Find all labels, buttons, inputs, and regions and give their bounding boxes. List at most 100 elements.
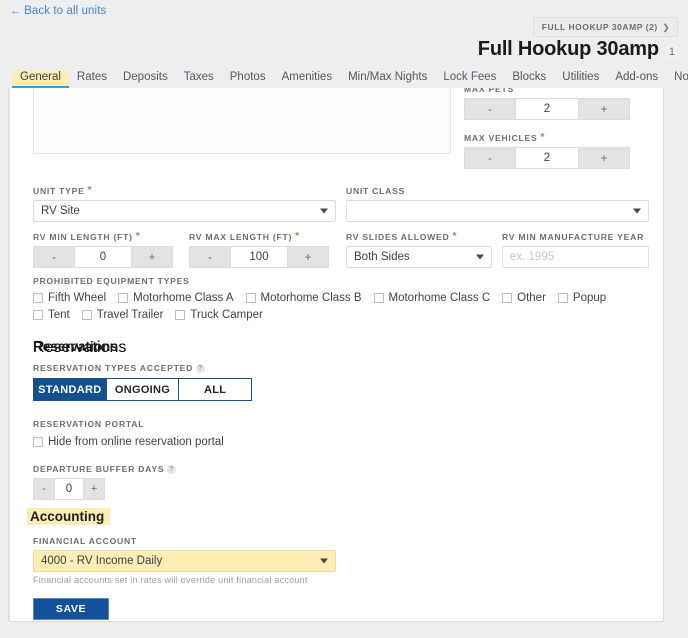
rv-min-length-value[interactable]: 0 — [75, 246, 131, 268]
checkbox-truck-camper[interactable]: Truck Camper — [175, 309, 262, 321]
tab-min-max-nights[interactable]: Min/Max Nights — [340, 70, 435, 88]
tab-general[interactable]: General — [12, 70, 69, 88]
accounting-section-heading: Accounting — [27, 508, 110, 525]
reservation-type-all-option[interactable]: ALL — [179, 378, 252, 401]
help-icon[interactable]: ? — [167, 465, 176, 474]
checkbox-tent[interactable]: Tent — [33, 309, 70, 321]
unit-class-select[interactable] — [346, 200, 649, 222]
reservation-types-field: RESERVATION TYPES ACCEPTED ? STANDARD ON… — [33, 363, 252, 401]
max-vehicles-stepper[interactable]: - 2 + — [464, 147, 630, 169]
max-pets-value[interactable]: 2 — [516, 98, 578, 120]
description-textarea[interactable] — [33, 88, 451, 154]
tab-photos[interactable]: Photos — [222, 70, 274, 88]
left-arrow-icon: ← — [10, 5, 21, 17]
tab-rates[interactable]: Rates — [69, 70, 115, 88]
prohibited-equipment-label: PROHIBITED EQUIPMENT TYPES — [33, 276, 643, 286]
financial-account-select[interactable]: 4000 - RV Income Daily — [33, 550, 336, 572]
max-vehicles-increment-button[interactable]: + — [578, 147, 630, 169]
unit-type-select[interactable]: RV Site — [33, 200, 336, 222]
rv-max-length-stepper[interactable]: - 100 + — [189, 246, 329, 268]
tab-lock-fees[interactable]: Lock Fees — [435, 70, 504, 88]
checkbox-box[interactable] — [33, 310, 43, 320]
rv-max-length-increment-button[interactable]: + — [287, 246, 329, 268]
departure-buffer-decrement-button[interactable]: - — [33, 478, 55, 500]
departure-buffer-label: DEPARTURE BUFFER DAYS ? — [33, 464, 176, 474]
max-pets-stepper[interactable]: - 2 + — [464, 98, 630, 120]
rv-min-manufacture-year-input[interactable]: ex. 1995 — [502, 246, 649, 268]
max-pets-decrement-button[interactable]: - — [464, 98, 516, 120]
rv-max-length-field: RV MAX LENGTH (FT) * - 100 + — [189, 232, 337, 268]
max-vehicles-decrement-button[interactable]: - — [464, 147, 516, 169]
financial-account-hint: Financial accounts set in rates will ove… — [33, 575, 336, 585]
checkbox-motorhome-class-a[interactable]: Motorhome Class A — [118, 292, 233, 304]
unit-class-field: UNIT CLASS — [346, 186, 649, 222]
max-pets-label: MAX PETS * — [464, 88, 644, 94]
checkbox-box[interactable] — [33, 437, 43, 447]
checkbox-box[interactable] — [33, 293, 43, 303]
tab-amenities[interactable]: Amenities — [274, 70, 341, 88]
unit-type-label: UNIT TYPE * — [33, 186, 336, 196]
checkbox-box[interactable] — [246, 293, 256, 303]
financial-account-label: FINANCIAL ACCOUNT — [33, 536, 336, 546]
rv-min-length-decrement-button[interactable]: - — [33, 246, 75, 268]
prohibited-equipment-group: PROHIBITED EQUIPMENT TYPES Fifth Wheel M… — [33, 276, 643, 326]
back-to-all-units-link[interactable]: ←Back to all units — [10, 5, 106, 17]
checkbox-popup[interactable]: Popup — [558, 292, 606, 304]
departure-buffer-increment-button[interactable]: + — [83, 478, 105, 500]
rv-min-length-increment-button[interactable]: + — [131, 246, 173, 268]
checkbox-label: Hide from online reservation portal — [48, 436, 224, 448]
rv-max-length-value[interactable]: 100 — [231, 246, 287, 268]
chevron-right-icon: ❯ — [663, 23, 670, 32]
tab-add-ons[interactable]: Add-ons — [607, 70, 666, 88]
checkbox-label: Travel Trailer — [97, 309, 164, 321]
breadcrumb-unit-pill[interactable]: FULL HOOKUP 30AMP (2) ❯ — [533, 17, 678, 37]
reservation-type-standard-option[interactable]: STANDARD — [33, 378, 107, 401]
checkbox-label: Popup — [573, 292, 606, 304]
tab-deposits[interactable]: Deposits — [115, 70, 176, 88]
rv-slides-allowed-select[interactable]: Both Sides — [346, 246, 492, 268]
required-asterisk: * — [136, 232, 141, 242]
checkbox-motorhome-class-b[interactable]: Motorhome Class B — [246, 292, 362, 304]
financial-account-value: 4000 - RV Income Daily — [41, 555, 162, 567]
checkbox-fifth-wheel[interactable]: Fifth Wheel — [33, 292, 106, 304]
checkbox-motorhome-class-c[interactable]: Motorhome Class C — [374, 292, 491, 304]
help-icon[interactable]: ? — [196, 364, 205, 373]
unit-type-field: UNIT TYPE * RV Site — [33, 186, 336, 222]
tab-taxes[interactable]: Taxes — [176, 70, 222, 88]
max-vehicles-field: MAX VEHICLES * - 2 + — [464, 133, 644, 169]
checkbox-box[interactable] — [82, 310, 92, 320]
checkbox-box[interactable] — [175, 310, 185, 320]
max-vehicles-label: MAX VEHICLES * — [464, 133, 644, 143]
reservation-type-ongoing-option[interactable]: ONGOING — [107, 378, 180, 401]
tab-blocks[interactable]: Blocks — [504, 70, 554, 88]
required-asterisk: * — [452, 232, 457, 242]
back-link-label: Back to all units — [24, 5, 106, 17]
breadcrumb-label: FULL HOOKUP 30AMP (2) — [542, 22, 658, 32]
departure-buffer-stepper[interactable]: - 0 + — [33, 478, 105, 500]
tab-utilities[interactable]: Utilities — [554, 70, 607, 88]
rv-min-length-label: RV MIN LENGTH (FT) * — [33, 232, 181, 242]
page-title-row: Full Hookup 30amp 1 — [478, 38, 678, 61]
rv-min-manufacture-year-field: RV MIN MANUFACTURE YEAR ex. 1995 — [502, 232, 649, 268]
prohibited-equipment-checkbox-row: Fifth Wheel Motorhome Class A Motorhome … — [33, 292, 643, 326]
max-pets-field: MAX PETS * - 2 + — [464, 88, 644, 120]
max-vehicles-value[interactable]: 2 — [516, 147, 578, 169]
checkbox-travel-trailer[interactable]: Travel Trailer — [82, 309, 164, 321]
rv-min-length-stepper[interactable]: - 0 + — [33, 246, 173, 268]
reservation-types-segmented-control: STANDARD ONGOING ALL — [33, 378, 252, 401]
chevron-down-icon — [633, 209, 641, 214]
checkbox-box[interactable] — [118, 293, 128, 303]
checkbox-box[interactable] — [558, 293, 568, 303]
checkbox-label: Motorhome Class C — [389, 292, 491, 304]
departure-buffer-value[interactable]: 0 — [55, 478, 83, 500]
rv-min-manufacture-year-label: RV MIN MANUFACTURE YEAR — [502, 232, 649, 242]
tab-notes[interactable]: Notes — [666, 70, 688, 88]
checkbox-box[interactable] — [502, 293, 512, 303]
rv-max-length-decrement-button[interactable]: - — [189, 246, 231, 268]
checkbox-hide-from-portal[interactable]: Hide from online reservation portal — [33, 436, 224, 448]
rv-slides-allowed-value: Both Sides — [354, 251, 410, 263]
save-button[interactable]: SAVE — [33, 598, 109, 620]
max-pets-increment-button[interactable]: + — [578, 98, 630, 120]
checkbox-box[interactable] — [374, 293, 384, 303]
checkbox-other[interactable]: Other — [502, 292, 546, 304]
